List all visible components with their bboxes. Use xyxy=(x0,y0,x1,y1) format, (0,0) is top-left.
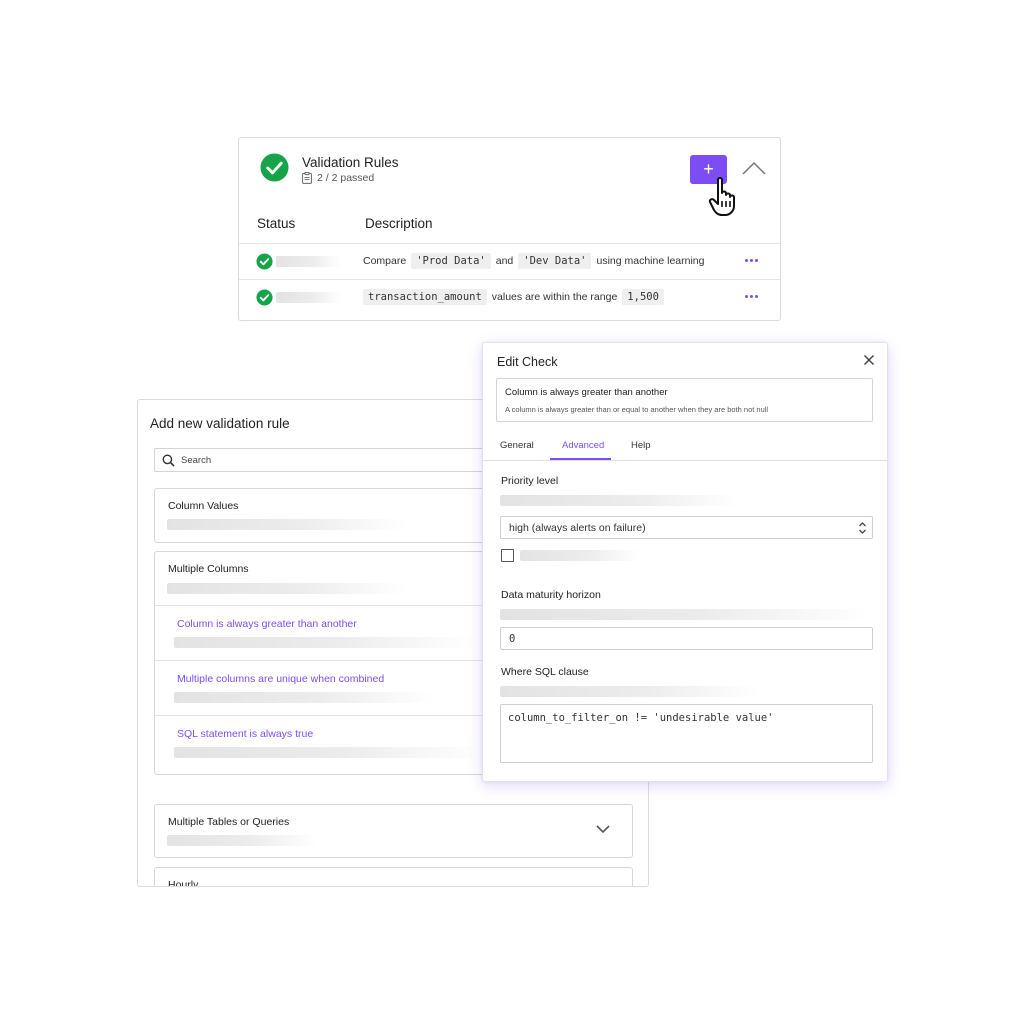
priority-label: Priority level xyxy=(501,475,559,487)
check-circle-icon xyxy=(256,289,273,306)
tab-help[interactable]: Help xyxy=(631,440,651,451)
group-placeholder xyxy=(167,583,407,594)
check-circle-icon xyxy=(256,253,273,270)
rule-code: 'Prod Data' xyxy=(411,253,491,269)
maturity-label: Data maturity horizon xyxy=(501,589,601,601)
check-name: Column is always greater than another xyxy=(505,387,668,398)
group-hourly[interactable]: Hourly xyxy=(154,867,633,887)
chevron-down-icon[interactable] xyxy=(596,824,610,834)
rule-description: transaction_amount values are within the… xyxy=(363,289,664,305)
close-icon[interactable] xyxy=(863,354,875,366)
more-dots-icon[interactable] xyxy=(745,259,758,262)
rule-row[interactable]: transaction_amount values are within the… xyxy=(239,279,780,315)
modal-title: Edit Check xyxy=(497,355,558,369)
group-placeholder xyxy=(167,519,407,530)
description-column-header: Description xyxy=(365,216,433,231)
tab-advanced[interactable]: Advanced xyxy=(562,440,604,451)
rule-option-label[interactable]: SQL statement is always true xyxy=(177,728,313,740)
rule-text: values are within the range xyxy=(491,291,618,303)
group-label: Multiple Columns xyxy=(168,563,249,575)
rule-code: transaction_amount xyxy=(363,289,487,305)
group-label: Hourly xyxy=(168,879,199,887)
validation-rules-card: Validation Rules 2 / 2 passed + Status D… xyxy=(238,137,781,321)
rule-code: 'Dev Data' xyxy=(518,253,592,269)
select-arrows-icon xyxy=(859,522,866,534)
rule-row[interactable]: Compare 'Prod Data' and 'Dev Data' using… xyxy=(239,243,780,279)
item-placeholder xyxy=(174,692,434,703)
group-label: Column Values xyxy=(168,500,239,512)
passed-count: 2 / 2 passed xyxy=(317,172,375,184)
rule-option-label[interactable]: Multiple columns are unique when combine… xyxy=(177,673,384,685)
rule-name-placeholder xyxy=(276,292,341,303)
group-placeholder xyxy=(167,835,317,846)
where-label: Where SQL clause xyxy=(501,666,589,678)
more-dots-icon[interactable] xyxy=(745,295,758,298)
alert-checkbox[interactable] xyxy=(501,549,514,562)
rule-name-placeholder xyxy=(276,256,341,267)
edit-check-modal: Edit Check Column is always greater than… xyxy=(482,342,888,782)
priority-select[interactable]: high (always alerts on failure) xyxy=(500,516,873,539)
where-sql-value: column_to_filter_on != 'undesirable valu… xyxy=(508,712,774,724)
rules-title: Validation Rules xyxy=(302,155,399,170)
checkbox-label-placeholder xyxy=(520,550,640,561)
rule-description: Compare 'Prod Data' and 'Dev Data' using… xyxy=(363,253,704,269)
status-column-header: Status xyxy=(257,216,296,231)
check-summary: Column is always greater than another A … xyxy=(496,378,873,422)
item-placeholder xyxy=(174,637,474,648)
maturity-value: 0 xyxy=(509,633,516,645)
where-help-placeholder xyxy=(500,686,760,697)
rule-text: using machine learning xyxy=(596,255,705,267)
tab-bar: General Advanced Help xyxy=(483,437,887,461)
priority-help-placeholder xyxy=(500,495,740,506)
hand-pointer-icon xyxy=(708,177,735,216)
rule-text: and xyxy=(495,255,514,267)
clipboard-icon xyxy=(302,172,312,184)
add-rule-title: Add new validation rule xyxy=(150,416,290,431)
maturity-input[interactable]: 0 xyxy=(500,627,873,650)
passed-summary: 2 / 2 passed xyxy=(302,172,374,184)
group-multiple-tables[interactable]: Multiple Tables or Queries xyxy=(154,804,633,858)
search-placeholder: Search xyxy=(181,455,212,466)
group-label: Multiple Tables or Queries xyxy=(168,816,290,828)
priority-value: high (always alerts on failure) xyxy=(509,522,646,534)
maturity-help-placeholder xyxy=(500,609,870,620)
active-tab-indicator xyxy=(550,458,611,460)
chevron-up-icon[interactable] xyxy=(742,161,766,175)
where-sql-textarea[interactable]: column_to_filter_on != 'undesirable valu… xyxy=(500,704,873,763)
rule-option-label[interactable]: Column is always greater than another xyxy=(177,618,357,630)
check-circle-icon xyxy=(260,153,289,182)
rule-code: 1,500 xyxy=(622,289,664,305)
tab-general[interactable]: General xyxy=(500,440,534,451)
rule-text: Compare xyxy=(363,255,407,267)
check-description: A column is always greater than or equal… xyxy=(505,405,769,414)
search-icon xyxy=(162,454,175,467)
item-placeholder xyxy=(174,747,484,758)
